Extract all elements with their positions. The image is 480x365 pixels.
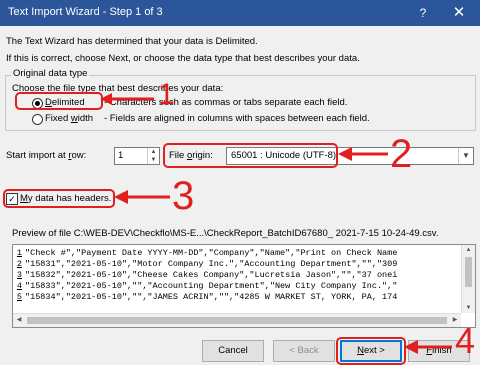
annotation-number-3: 3: [172, 174, 195, 218]
annotation-number-1: 1: [158, 78, 175, 111]
annotation-arrows: [100, 93, 452, 354]
annotation-arrowhead-1: [100, 93, 112, 105]
annotation-number-4: 4: [455, 320, 476, 361]
annotation-arrowhead-3: [114, 190, 128, 204]
annotation-number-2: 2: [390, 132, 413, 176]
annotation-arrowhead-2: [338, 147, 352, 161]
annotation-arrowhead-4: [404, 340, 418, 354]
